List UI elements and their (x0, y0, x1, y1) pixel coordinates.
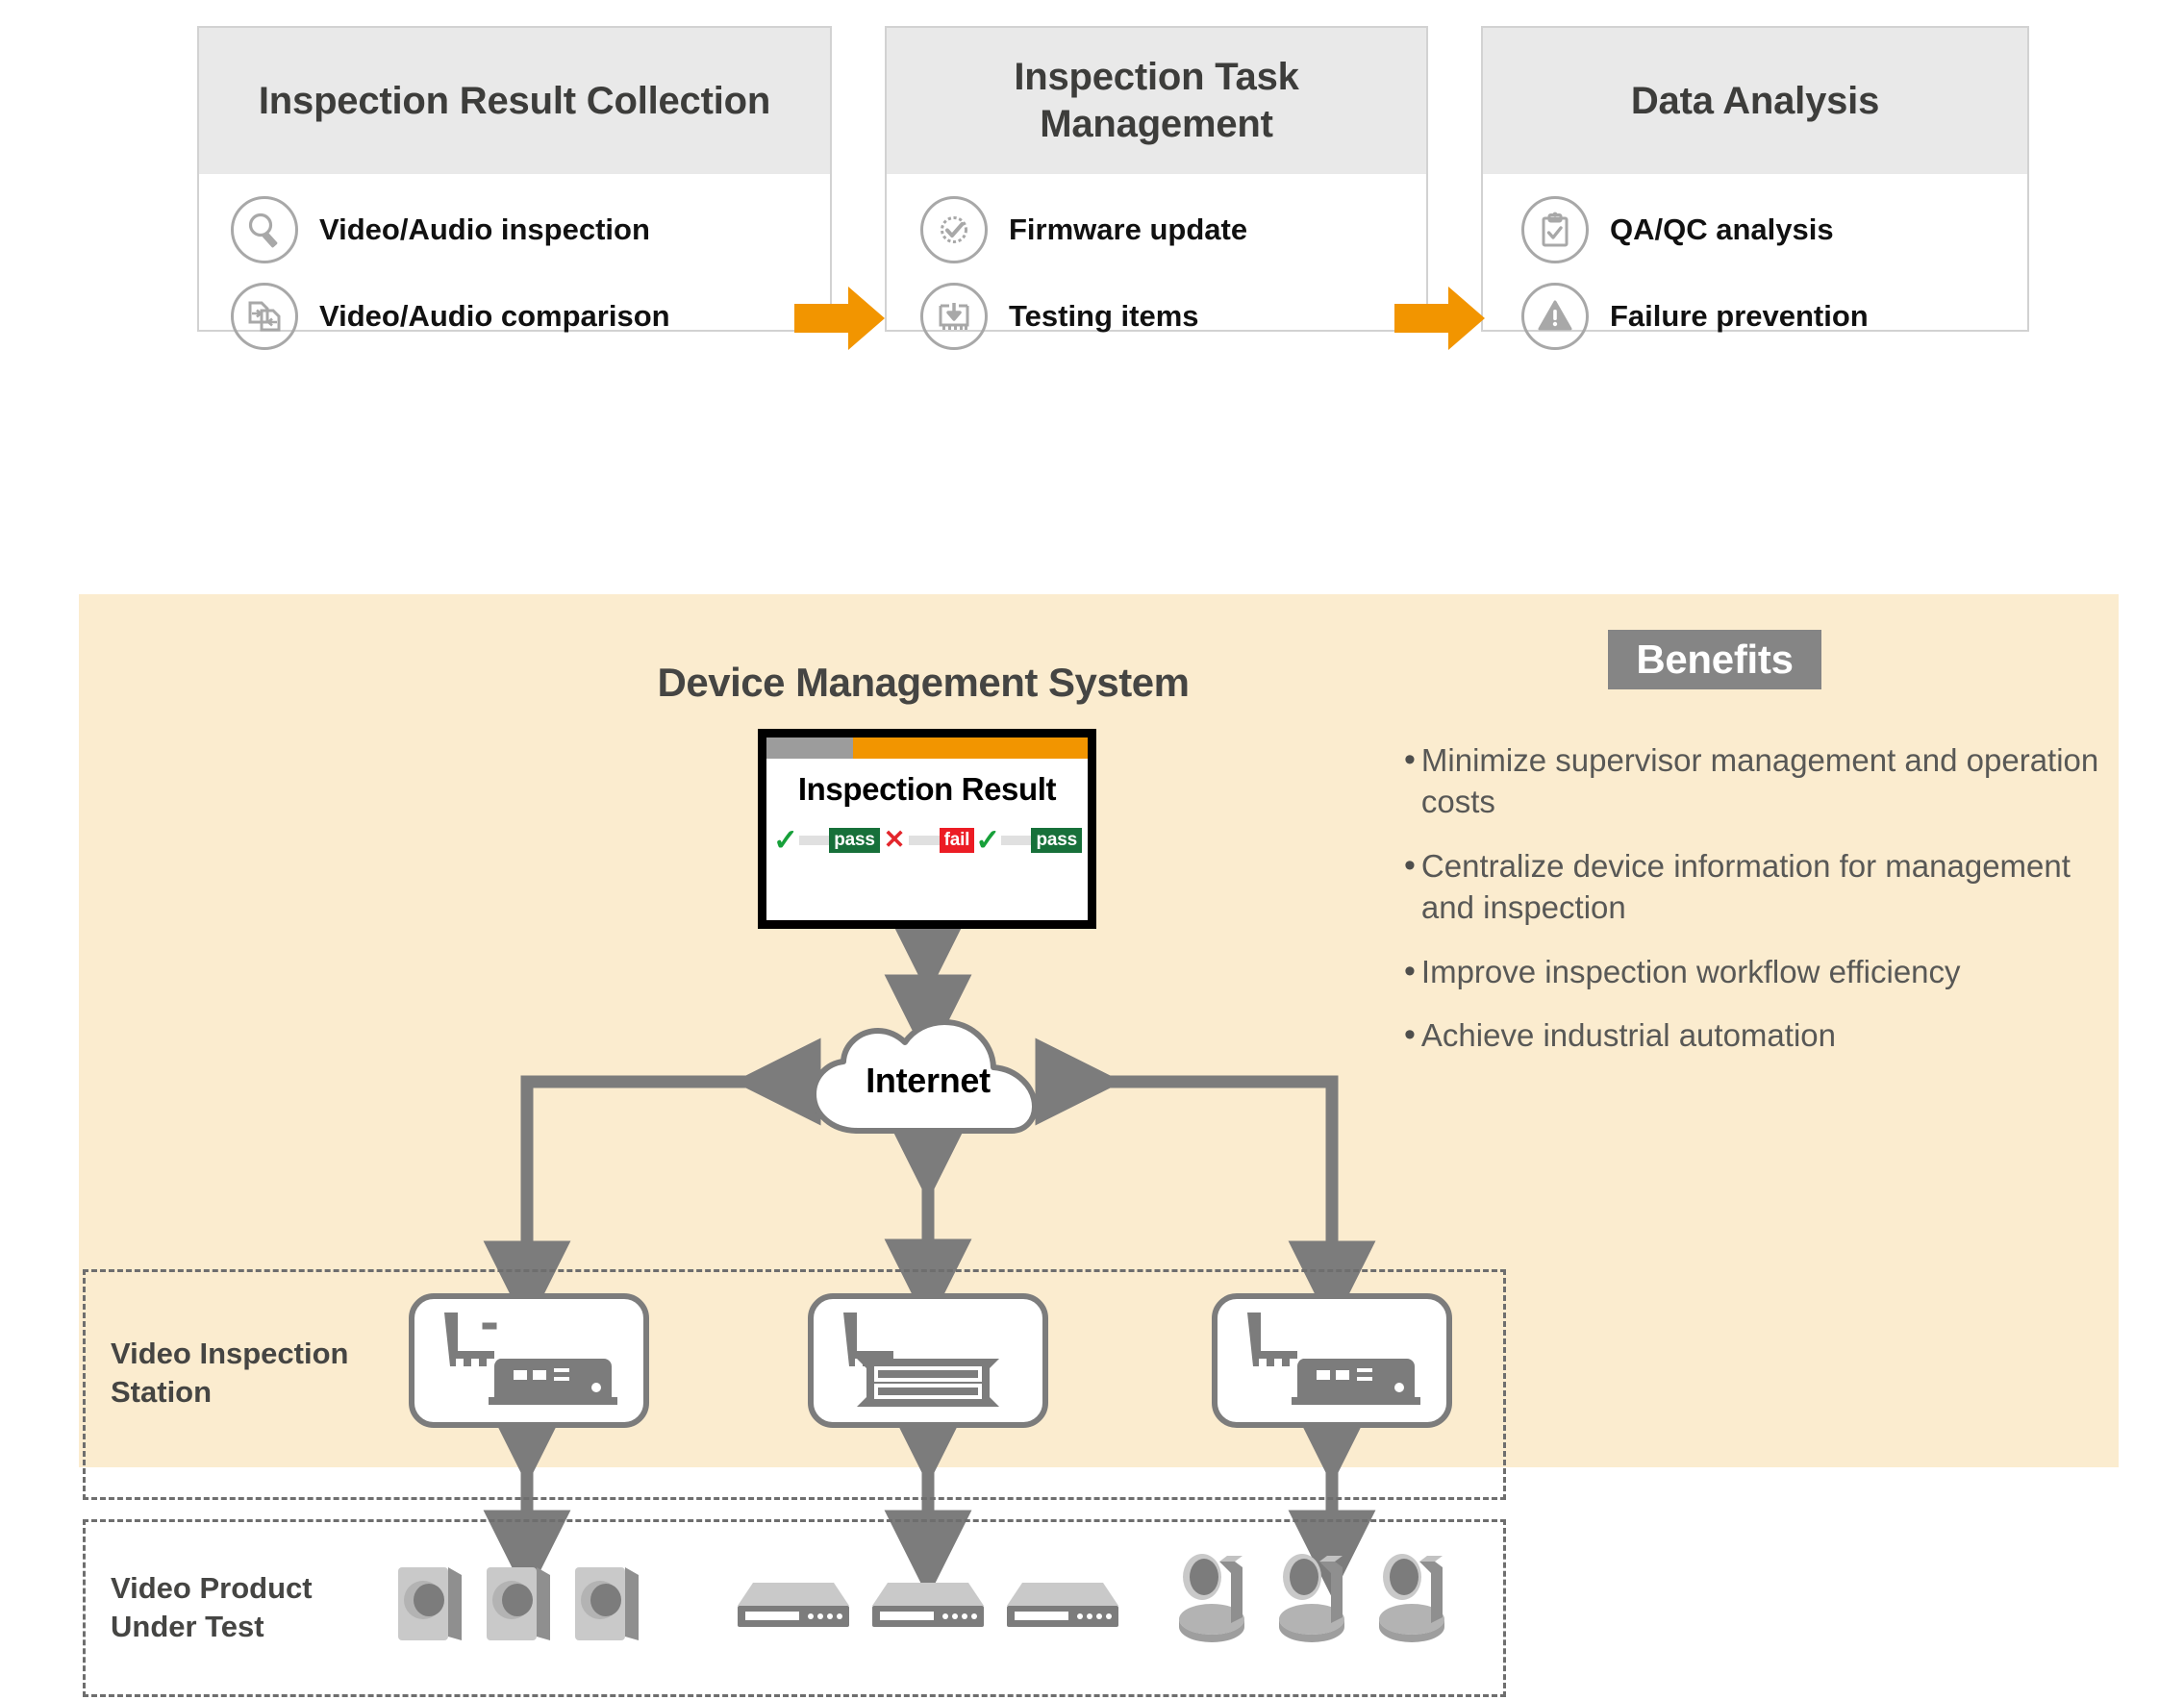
titlebar-orange-segment (853, 738, 1088, 759)
set-top-box-icon (736, 1577, 851, 1641)
flow-card-header: Inspection Task Management (887, 28, 1426, 174)
inspection-station (1212, 1293, 1452, 1428)
pc-card-server-icon (439, 1309, 619, 1413)
flow-card-item-label: Failure prevention (1610, 299, 1869, 333)
product-group-label: Video Product Under Test (111, 1571, 313, 1643)
flow-card-body: QA/QC analysis Failure prevention (1483, 174, 2027, 351)
camera-group (394, 1560, 646, 1653)
check-icon: ✓ (975, 823, 1001, 857)
cross-icon: ✕ (883, 825, 906, 854)
flow-card-header: Data Analysis (1483, 28, 2027, 174)
list-item-label: Centralize device information for manage… (1420, 847, 2071, 925)
titlebar-grey-segment (766, 738, 854, 759)
document-compare-icon (231, 283, 298, 350)
flow-card-item-label: Video/Audio comparison (319, 299, 670, 333)
warning-triangle-icon (1521, 283, 1589, 350)
benefits-heading-label: Benefits (1636, 637, 1794, 682)
inspection-result-monitor: Inspection Result ✓ pass ✕ fail ✓ pass (758, 729, 1096, 929)
set-top-box-icon (1005, 1577, 1120, 1641)
bullet-icon: • (1404, 846, 1416, 884)
flow-card-item: Failure prevention (1483, 282, 2027, 351)
flow-card-item: Firmware update (887, 195, 1426, 264)
list-item-label: Achieve industrial automation (1420, 1017, 1836, 1054)
list-item: • Minimize supervisor management and ope… (1404, 740, 2116, 823)
cloud-label: Internet (866, 1061, 991, 1100)
bullet-icon: • (1404, 1016, 1416, 1054)
progress-bar-segment (909, 835, 940, 845)
flow-card-title: Inspection Result Collection (258, 79, 771, 122)
flow-card-header: Inspection Result Collection (199, 28, 830, 174)
box-camera-icon (394, 1560, 469, 1653)
list-item: • Improve inspection workflow efficiency (1404, 952, 2116, 993)
ptz-camera-icon (1175, 1548, 1258, 1659)
flow-card-item-label: QA/QC analysis (1610, 212, 1834, 246)
internet-cloud: Internet (789, 1017, 1067, 1152)
status-badge: fail (939, 827, 975, 853)
flow-card-body: Firmware update Testing items (887, 174, 1426, 351)
flow-card-item-label: Testing items (1009, 299, 1199, 333)
ptz-camera-icon (1275, 1548, 1358, 1659)
benefits-heading: Benefits (1608, 630, 1821, 689)
inspection-station (409, 1293, 649, 1428)
chip-download-icon (920, 283, 988, 350)
inspection-station (808, 1293, 1048, 1428)
list-item: • Centralize device information for mana… (1404, 846, 2116, 929)
flow-card-inspection-task-management: Inspection Task Management Firmware upda… (885, 26, 1428, 350)
flow-card-item: Video/Audio inspection (199, 195, 830, 264)
ptz-camera-icon (1375, 1548, 1458, 1659)
ptz-group (1175, 1548, 1458, 1659)
flow-card-inspection-result-collection: Inspection Result Collection Video/Audio… (197, 26, 832, 350)
gear-check-icon (920, 196, 988, 263)
monitor-titlebar (766, 738, 1088, 759)
flow-card-body: Video/Audio inspection Video/Audio compa… (199, 174, 830, 351)
bullet-icon: • (1404, 952, 1416, 989)
flow-card-item: Testing items (887, 282, 1426, 351)
clipboard-check-icon (1521, 196, 1589, 263)
inspection-result-strip: ✓ pass ✕ fail ✓ pass (766, 825, 1088, 855)
set-top-box-icon (870, 1577, 986, 1641)
list-item-label: Minimize supervisor management and opera… (1420, 742, 2099, 819)
flow-arrow-right-icon (1394, 287, 1485, 350)
status-badge: pass (1031, 827, 1082, 853)
pc-card-server-icon (1242, 1309, 1422, 1413)
station-group-label: Video Inspection Station (111, 1337, 349, 1409)
page-title: Device Management System (657, 660, 1190, 705)
magnifier-icon (231, 196, 298, 263)
box-camera-icon (483, 1560, 558, 1653)
diagram-canvas: Inspection Result Collection Video/Audio… (0, 0, 2184, 1700)
progress-bar-segment (1001, 835, 1032, 845)
flow-card-title: Data Analysis (1630, 79, 1880, 122)
check-icon: ✓ (773, 823, 798, 857)
flow-card-item-label: Video/Audio inspection (319, 212, 650, 246)
flow-card-item-label: Firmware update (1009, 212, 1248, 246)
flow-card-data-analysis: Data Analysis QA/QC analysis Failure pre… (1481, 26, 2029, 350)
box-camera-icon (571, 1560, 646, 1653)
flow-card-item: Video/Audio comparison (199, 282, 830, 351)
flow-card-title: Inspection Task Management (1014, 56, 1299, 145)
pc-card-rackmount-icon (838, 1309, 1018, 1413)
monitor-screen-title: Inspection Result (797, 771, 1057, 807)
benefits-list: • Minimize supervisor management and ope… (1404, 740, 2116, 1080)
settop-group (736, 1577, 1120, 1641)
bullet-icon: • (1404, 741, 1416, 778)
flow-card-item: QA/QC analysis (1483, 195, 2027, 264)
list-item-label: Improve inspection workflow efficiency (1420, 953, 1961, 989)
progress-bar-segment (798, 835, 830, 845)
status-badge: pass (829, 827, 880, 853)
list-item: • Achieve industrial automation (1404, 1015, 2116, 1057)
flow-arrow-right-icon (794, 287, 885, 350)
